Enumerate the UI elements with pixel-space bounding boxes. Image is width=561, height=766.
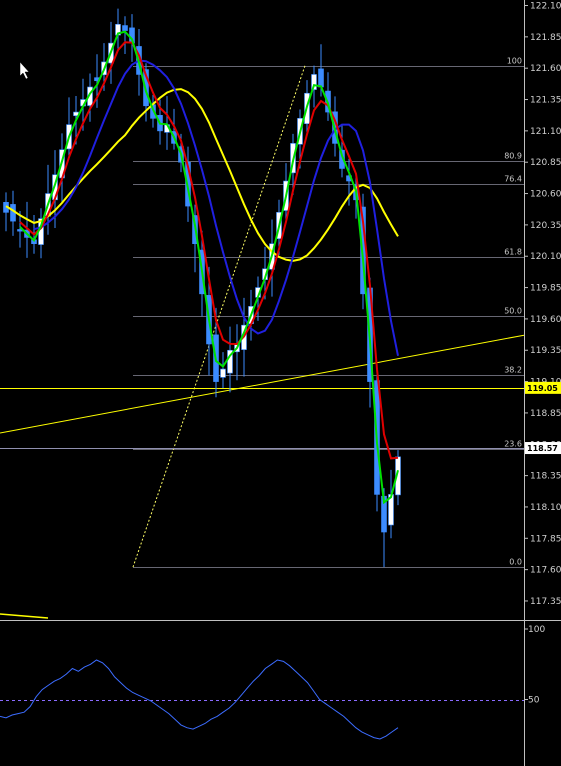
fib-level-label: 100: [507, 57, 522, 66]
candle-body: [220, 368, 226, 378]
price-tick-label: 121.35: [530, 96, 561, 106]
price-tick-label: 120.35: [530, 221, 561, 231]
mouse-cursor-icon: [19, 61, 30, 80]
price-tick-label: 121.85: [530, 33, 561, 43]
ma-long-tail: [0, 613, 49, 619]
fib-level-label: 80.9: [504, 152, 522, 161]
fib-level-label: 0.0: [509, 558, 522, 567]
chart-canvas: 100 80.9 76.4 61.8 50.0 38.2 23.6 0.0 122.10 121…: [0, 0, 561, 766]
price-tick-label: 121.60: [530, 64, 561, 74]
axes: 122.10 121.85 121.60 121.35 121.10 120.85 120.…: [0, 0, 561, 766]
price-panel: 100 80.9 76.4 61.8 50.0 38.2 23.6 0.0: [0, 8, 525, 619]
price-tick-label: 120.85: [530, 158, 561, 168]
price-tag-label: 119.05: [527, 384, 558, 393]
price-tick-label: 119.60: [530, 315, 561, 325]
price-tick-label: 122.10: [530, 2, 561, 12]
oscillator-line: [0, 659, 399, 740]
candle-body: [122, 25, 128, 31]
candles: [3, 8, 401, 568]
oscillator-tick-label: 100: [528, 625, 545, 635]
price-tick-label: 119.85: [530, 284, 561, 294]
fib-level-label: 38.2: [504, 366, 522, 375]
price-tag-label: 118.57: [527, 444, 558, 453]
price-tick-label: 118.10: [530, 503, 561, 513]
fib-level-label: 61.8: [504, 248, 522, 257]
price-tick-label: 117.85: [530, 534, 561, 544]
fib-level-label: 76.4: [504, 175, 522, 184]
oscillator-panel: [0, 659, 524, 740]
fib-level-label: 50.0: [504, 307, 522, 316]
candle-body: [318, 68, 324, 88]
price-tick-label: 117.35: [530, 597, 561, 607]
ema-medium-line: [19, 41, 399, 460]
price-tick-label: 121.10: [530, 127, 561, 137]
fib-level-label: 23.6: [504, 440, 522, 449]
price-tick-label: 120.10: [530, 252, 561, 262]
price-tick-label: 118.85: [530, 409, 561, 419]
oscillator-tick-label: 50: [528, 696, 540, 706]
price-tick-label: 118.35: [530, 472, 561, 482]
trendline: [0, 334, 525, 434]
price-tick-label: 117.60: [530, 566, 561, 576]
price-tick-label: 119.35: [530, 346, 561, 356]
price-tick-label: 120.60: [530, 190, 561, 200]
